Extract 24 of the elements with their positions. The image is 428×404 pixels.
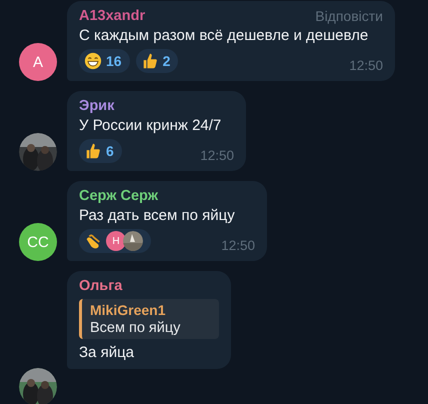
- thumbs-up-icon: [140, 52, 159, 70]
- thumbs-up-icon: [84, 142, 102, 160]
- reaction-chip[interactable]: H: [79, 229, 151, 253]
- reactor-avatar: H: [106, 231, 126, 251]
- message-text: Раз дать всем по яйцу: [79, 207, 236, 224]
- user-avatar[interactable]: A: [19, 43, 57, 81]
- message-time: 12:50: [221, 238, 255, 253]
- reaction-chip[interactable]: 2: [136, 49, 178, 73]
- author-name[interactable]: Серж Серж: [79, 188, 158, 204]
- author-name[interactable]: A13xandr: [79, 8, 146, 24]
- message-time: 12:50: [200, 148, 234, 163]
- author-name[interactable]: Эрик: [79, 98, 114, 114]
- reply-link[interactable]: Відповісти: [315, 8, 383, 24]
- message-time: 12:50: [349, 58, 383, 73]
- message-text: У России кринж 24/7: [79, 117, 222, 134]
- message-text: С каждым разом всё дешевле и дешевле: [79, 27, 370, 44]
- reaction-chip[interactable]: 16: [79, 49, 130, 73]
- quote-text: Всем по яйцу: [90, 320, 182, 336]
- reply-quote[interactable]: MikiGreen1 Всем по яйцу: [79, 299, 219, 339]
- message-text: За яйца: [79, 344, 136, 361]
- reaction-chip[interactable]: 6: [79, 139, 122, 163]
- grinning-face-icon: [84, 52, 102, 70]
- author-name[interactable]: Ольга: [79, 278, 122, 294]
- quote-author: MikiGreen1: [90, 302, 166, 318]
